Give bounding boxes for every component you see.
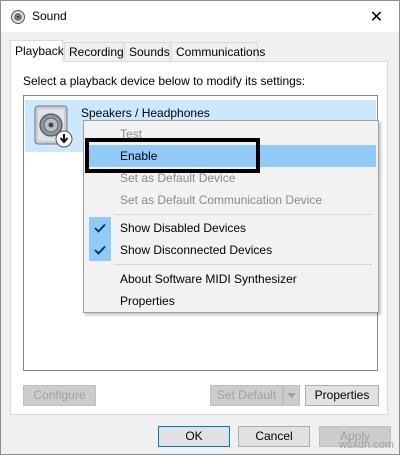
configure-button[interactable]: Configure [23, 385, 96, 406]
menu-item-properties[interactable]: Properties [86, 290, 376, 312]
checkmark-icon [89, 217, 111, 239]
tab-playback[interactable]: Playback [10, 40, 64, 62]
properties-button[interactable]: Properties [305, 385, 379, 406]
cancel-button[interactable]: Cancel [238, 426, 310, 447]
title-bar: Sound ✕ [1, 1, 399, 32]
sound-speaker-icon [11, 10, 25, 24]
window-title: Sound [32, 9, 67, 23]
menu-item-label: Show Disconnected Devices [120, 243, 273, 257]
menu-item-about-midi-synth[interactable]: About Software MIDI Synthesizer [86, 268, 376, 290]
menu-item-show-disconnected-devices[interactable]: Show Disconnected Devices [86, 239, 376, 261]
menu-item-set-default-communication-device[interactable]: Set as Default Communication Device [86, 189, 376, 211]
set-default-dropdown[interactable] [283, 385, 300, 406]
close-button[interactable]: ✕ [354, 1, 399, 32]
menu-item-label: Show Disabled Devices [120, 221, 247, 235]
watermark: wsxdn.com [338, 439, 394, 451]
tab-sounds[interactable]: Sounds [124, 42, 170, 60]
chevron-down-icon [287, 392, 296, 398]
ok-button[interactable]: OK [158, 426, 230, 447]
set-default-button[interactable]: Set Default [210, 385, 283, 406]
device-name: Speakers / Headphones [81, 106, 210, 120]
down-arrow-icon [55, 130, 73, 148]
checkmark-icon [89, 239, 111, 261]
menu-item-show-disabled-devices[interactable]: Show Disabled Devices [86, 217, 376, 239]
playback-instruction: Select a playback device below to modify… [23, 74, 306, 88]
annotation-highlight-box [85, 138, 260, 173]
menu-separator [114, 264, 372, 265]
tab-recording[interactable]: Recording [64, 42, 124, 60]
menu-separator [114, 214, 372, 215]
tab-communications[interactable]: Communications [171, 42, 265, 60]
close-icon: ✕ [369, 8, 384, 26]
